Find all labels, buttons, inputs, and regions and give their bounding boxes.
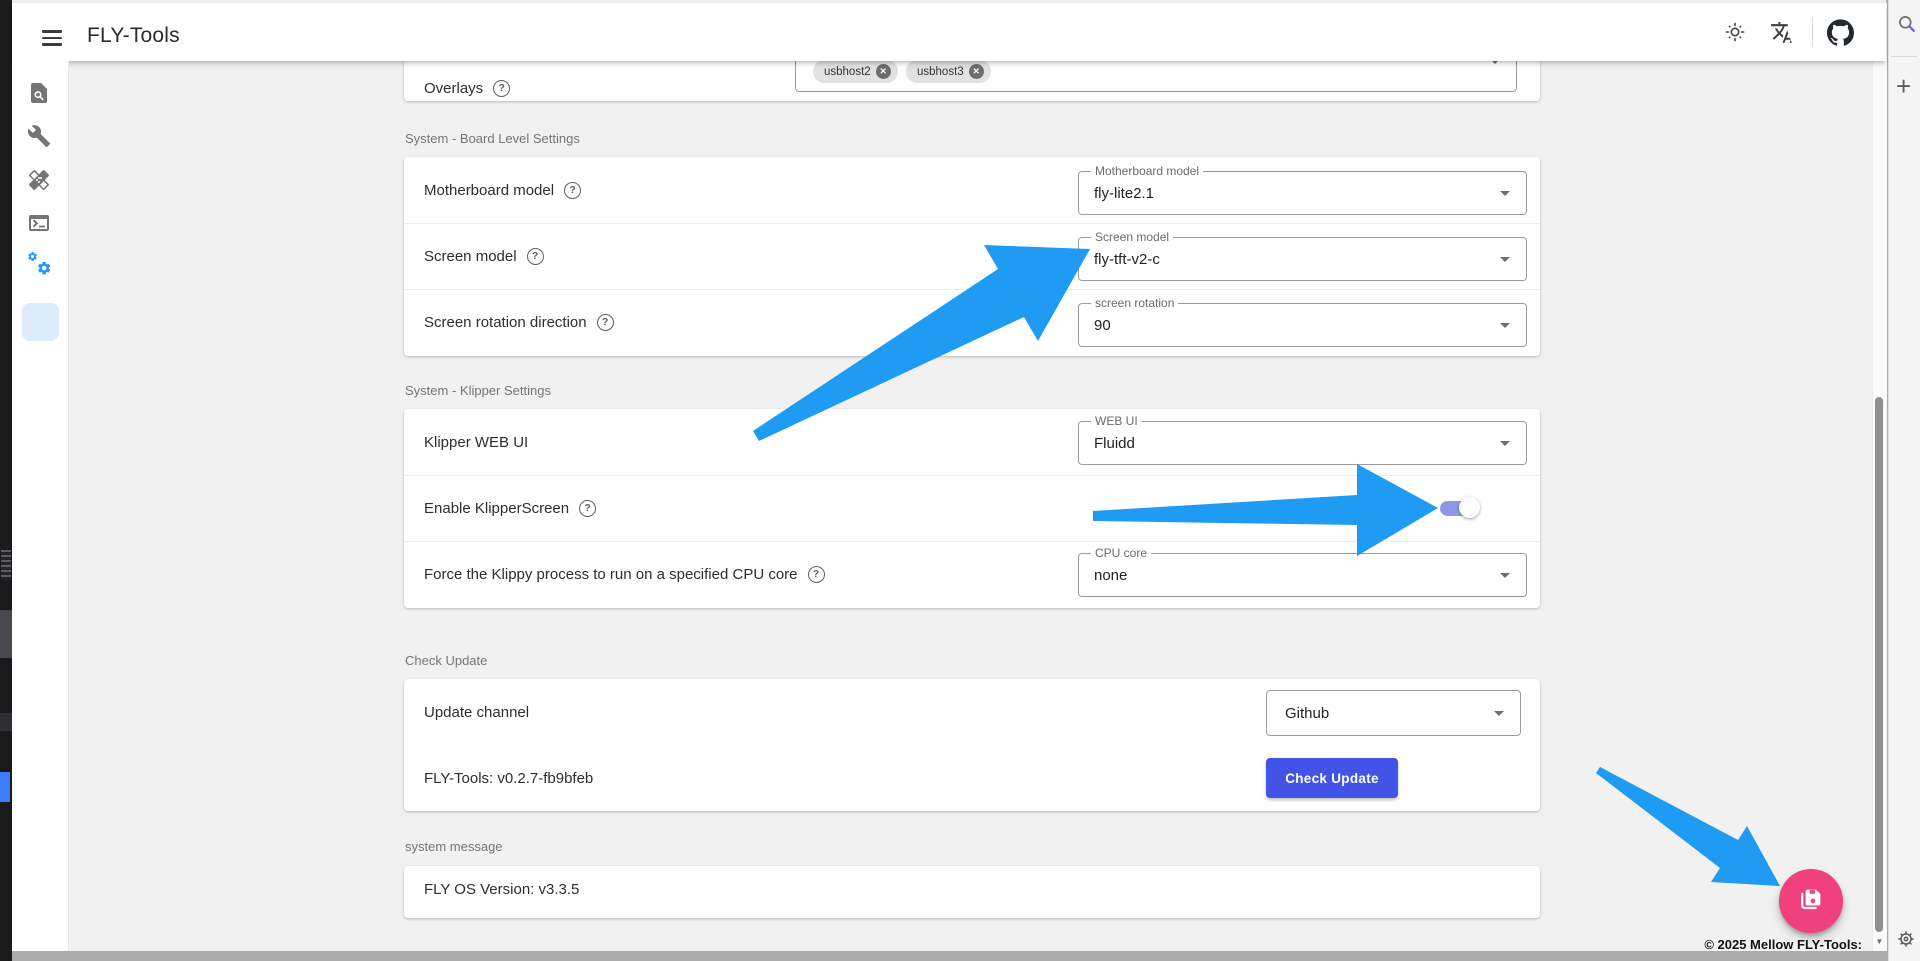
row-divider: [404, 289, 1540, 290]
klipper-webui-label: Klipper WEB UI: [424, 431, 528, 453]
field-label: Screen rotation direction: [424, 314, 587, 331]
row-divider: [404, 541, 1540, 542]
chevron-down-icon: [1500, 257, 1510, 262]
select-value: none: [1094, 554, 1127, 596]
app-bar: FLY-Tools: [12, 3, 1886, 61]
section-title-klipper: System - Klipper Settings: [405, 383, 551, 398]
screen-model-select[interactable]: Screen model fly-tft-v2-c: [1078, 237, 1527, 281]
sidebar-item-document-search[interactable]: [27, 81, 51, 105]
save-fab-button[interactable]: [1779, 869, 1843, 933]
gear-icon[interactable]: [1896, 929, 1916, 954]
sidebar-item-terminal[interactable]: [27, 211, 51, 235]
browser-side-panel: [1888, 0, 1920, 961]
screen-rotation-select[interactable]: screen rotation 90: [1078, 303, 1527, 347]
background-segment: [0, 713, 12, 731]
row-divider: [404, 475, 1540, 476]
search-icon[interactable]: [1896, 13, 1918, 40]
section-title-system-message: system message: [405, 839, 503, 854]
section-title-board: System - Board Level Settings: [405, 131, 580, 146]
help-icon[interactable]: ?: [808, 566, 825, 583]
save-all-icon: [1797, 885, 1825, 918]
flytools-version-text: FLY-Tools: v0.2.7-fb9bfeb: [424, 767, 593, 789]
update-channel-label: Update channel: [424, 701, 529, 723]
sidebar-item-wrench[interactable]: [27, 124, 51, 148]
scrollbar-down-arrow[interactable]: ▼: [1873, 937, 1886, 946]
overlay-chip[interactable]: usbhost2 ✕: [813, 60, 898, 83]
chevron-down-icon: [1494, 711, 1504, 716]
select-value: fly-lite2.1: [1094, 172, 1154, 214]
help-icon[interactable]: ?: [493, 80, 510, 97]
klipper-webui-select[interactable]: WEB UI Fluidd: [1078, 421, 1527, 465]
section-title-update: Check Update: [405, 653, 487, 668]
field-label: Enable KlipperScreen: [424, 500, 569, 517]
toggle-thumb: [1459, 497, 1480, 518]
motherboard-model-select[interactable]: Motherboard model fly-lite2.1: [1078, 171, 1527, 215]
update-channel-select[interactable]: Github: [1266, 690, 1521, 736]
cpu-core-select[interactable]: CPU core none: [1078, 553, 1527, 597]
add-icon[interactable]: +: [1896, 74, 1911, 98]
sidebar-item-healing[interactable]: [27, 168, 51, 192]
enable-klipperscreen-label: Enable KlipperScreen ?: [424, 497, 596, 519]
help-icon[interactable]: ?: [597, 314, 614, 331]
klippy-cpu-core-label: Force the Klippy process to run on a spe…: [424, 563, 825, 585]
sidebar-item-settings[interactable]: [27, 251, 51, 275]
brightness-icon[interactable]: [1723, 20, 1747, 49]
chevron-down-icon: [1500, 441, 1510, 446]
chip-close-icon[interactable]: ✕: [876, 64, 891, 79]
field-label: Screen model: [424, 248, 517, 265]
screen-model-label: Screen model ?: [424, 245, 544, 267]
toolbar-divider: [1812, 17, 1813, 47]
help-icon[interactable]: ?: [579, 500, 596, 517]
translate-icon[interactable]: [1770, 20, 1795, 50]
screen-rotation-label: Screen rotation direction ?: [424, 311, 614, 333]
background-highlight: [0, 772, 10, 802]
row-divider: [404, 223, 1540, 224]
select-value: Fluidd: [1094, 422, 1135, 464]
check-update-button[interactable]: Check Update: [1266, 758, 1398, 798]
system-message-text: FLY OS Version: v3.3.5: [424, 881, 579, 898]
chevron-down-icon: [1500, 191, 1510, 196]
background-window-edge: [0, 0, 12, 961]
chip-label: usbhost3: [917, 66, 964, 78]
help-icon[interactable]: ?: [527, 248, 544, 265]
menu-icon[interactable]: [37, 23, 67, 53]
background-segment: [0, 610, 12, 658]
motherboard-model-label: Motherboard model ?: [424, 179, 581, 201]
select-value: Github: [1285, 691, 1329, 735]
field-label: Overlays: [424, 80, 483, 97]
app-title: FLY-Tools: [87, 24, 180, 48]
field-label: Force the Klippy process to run on a spe…: [424, 566, 798, 583]
overlays-row-label: Overlays ?: [424, 77, 510, 99]
chip-close-icon[interactable]: ✕: [969, 64, 984, 79]
active-item-background: [22, 303, 59, 341]
chevron-down-icon: [1500, 573, 1510, 578]
chip-label: usbhost2: [824, 66, 871, 78]
select-value: fly-tft-v2-c: [1094, 238, 1160, 280]
panel-divider: [1891, 56, 1917, 57]
field-label: Motherboard model: [424, 182, 554, 199]
field-label: Klipper WEB UI: [424, 434, 528, 451]
select-value: 90: [1094, 304, 1111, 346]
help-icon[interactable]: ?: [564, 182, 581, 199]
field-label: FLY-Tools: v0.2.7-fb9bfeb: [424, 770, 593, 787]
scrollbar-thumb[interactable]: [1875, 397, 1883, 932]
copyright-text: © 2025 Mellow FLY-Tools:: [1500, 937, 1862, 952]
mini-sidebar: [12, 61, 69, 951]
klipperscreen-toggle[interactable]: [1440, 494, 1484, 522]
background-texture: [1, 550, 11, 580]
field-label: Update channel: [424, 704, 529, 721]
overlay-chip[interactable]: usbhost3 ✕: [906, 60, 991, 83]
github-icon[interactable]: [1827, 19, 1854, 51]
chevron-down-icon: [1500, 323, 1510, 328]
